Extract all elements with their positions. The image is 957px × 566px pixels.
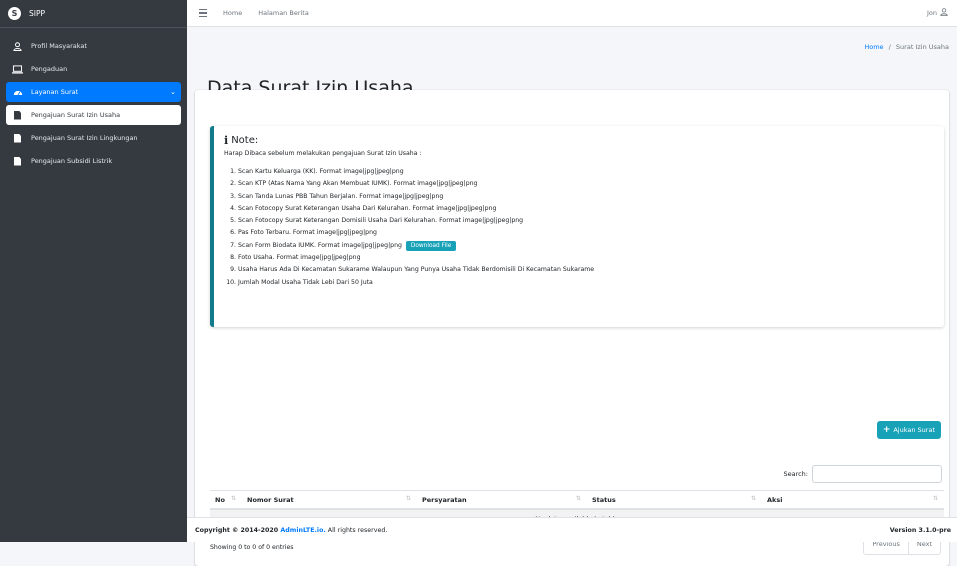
- table-search: Search:: [783, 465, 942, 483]
- user-icon: [940, 8, 948, 18]
- sidebar-item-label: Pengaduan: [31, 65, 68, 73]
- brand-name: SIPP: [29, 9, 46, 18]
- nav-link-home[interactable]: Home: [223, 9, 242, 17]
- sort-icon: ⇅: [405, 495, 411, 502]
- sort-icon: ⇅: [932, 495, 938, 502]
- list-item: Pas Foto Terbaru. Format image|jpg|jpeg|…: [238, 227, 934, 239]
- list-item: Scan Kartu Keluarga (KK). Format image|j…: [238, 166, 934, 178]
- sidebar-item-label: Profil Masyarakat: [31, 42, 87, 50]
- copyright-suffix: All rights reserved.: [325, 526, 388, 534]
- note-intro: Harap Dibaca sebelum melakukan pengajuan…: [224, 150, 422, 157]
- file-icon: [12, 133, 23, 143]
- copyright-prefix: Copyright © 2014-2020: [195, 526, 281, 534]
- note-callout: i Note: Harap Dibaca sebelum melakukan p…: [210, 126, 944, 327]
- sidebar: S SIPP Profil Masyarakat Pengaduan Layan…: [0, 0, 187, 542]
- brand[interactable]: S SIPP: [0, 0, 187, 28]
- list-item: Usaha Harus Ada Di Kecamatan Sukarame Wa…: [238, 264, 934, 276]
- list-item: Scan Fotocopy Surat Keterangan Domisili …: [238, 215, 934, 227]
- data-card: i Note: Harap Dibaca sebelum melakukan p…: [195, 90, 949, 566]
- sidebar-item-label: Pengajuan Surat Izin Usaha: [31, 111, 121, 119]
- user-icon: [12, 41, 23, 51]
- ajukan-surat-label: Ajukan Surat: [893, 426, 935, 434]
- sort-icon: ⇅: [230, 495, 236, 502]
- list-item: Scan Form Biodata IUMK. Format image|jpg…: [238, 240, 934, 252]
- brand-logo: S: [8, 7, 21, 20]
- note-title: Note:: [231, 135, 259, 146]
- user-menu[interactable]: Jon: [927, 8, 948, 18]
- sidebar-item-pengajuan-surat-izin-lingkungan[interactable]: Pengajuan Surat Izin Lingkungan: [6, 128, 181, 148]
- sidebar-item-label: Layanan Surat: [31, 88, 79, 96]
- note-heading: i Note:: [224, 134, 934, 147]
- requirements-list: Scan Kartu Keluarga (KK). Format image|j…: [224, 166, 934, 289]
- download-file-button[interactable]: Download File: [405, 240, 457, 251]
- sidebar-nav: Profil Masyarakat Pengaduan Layanan Sura…: [0, 36, 187, 171]
- search-input[interactable]: [812, 465, 942, 483]
- list-item-text: Scan Form Biodata IUMK. Format image|jpg…: [238, 241, 402, 249]
- column-header-persyaratan[interactable]: Persyaratan ⇅: [417, 490, 587, 510]
- laptop-icon: [12, 64, 23, 74]
- sidebar-item-label: Pengajuan Surat Izin Lingkungan: [31, 134, 138, 142]
- file-icon: [12, 110, 23, 120]
- file-icon: [12, 156, 23, 166]
- breadcrumb-home[interactable]: Home: [864, 43, 883, 51]
- column-header-nomor-surat[interactable]: Nomor Surat ⇅: [242, 490, 417, 510]
- list-item: Scan Tanda Lunas PBB Tahun Berjalan. For…: [238, 191, 934, 203]
- sidebar-item-pengajuan-subsidi-listrik[interactable]: Pengajuan Subsidi Listrik: [6, 151, 181, 171]
- chevron-down-icon: ⌄: [170, 88, 176, 96]
- ajukan-surat-button[interactable]: + Ajukan Surat: [876, 421, 941, 439]
- sidebar-item-pengajuan-surat-izin-usaha[interactable]: Pengajuan Surat Izin Usaha: [6, 105, 181, 125]
- column-header-aksi[interactable]: Aksi ⇅: [762, 490, 944, 510]
- tachometer-icon: [12, 88, 23, 97]
- footer: Copyright © 2014-2020 AdminLTE.io. All r…: [187, 517, 957, 542]
- list-item: Scan KTP (Atas Nama Yang Akan Membuat IU…: [238, 178, 934, 190]
- adminlte-link[interactable]: AdminLTE.io.: [280, 527, 325, 534]
- list-item: Scan Fotocopy Surat Keterangan Usaha Dar…: [238, 203, 934, 215]
- user-name: Jon: [926, 9, 937, 17]
- plus-icon: +: [882, 425, 891, 435]
- sidebar-item-layanan-surat[interactable]: Layanan Surat ⌄: [6, 82, 181, 102]
- sidebar-item-profil-masyarakat[interactable]: Profil Masyarakat: [6, 36, 181, 56]
- info-icon: i: [224, 134, 229, 147]
- breadcrumb-separator: /: [888, 43, 891, 51]
- hamburger-menu-icon[interactable]: [199, 9, 207, 17]
- table-header-row: No ⇅ Nomor Surat ⇅ Persyaratan ⇅ Status ⇅ Ak…: [210, 490, 944, 510]
- sidebar-item-label: Pengajuan Subsidi Listrik: [31, 157, 113, 165]
- breadcrumb-current: Surat Izin Usaha: [895, 43, 949, 51]
- sort-icon: ⇅: [575, 495, 581, 502]
- sidebar-item-pengaduan[interactable]: Pengaduan: [6, 59, 181, 79]
- copyright: Copyright © 2014-2020 AdminLTE.io. All r…: [195, 527, 387, 534]
- nav-link-halaman-berita[interactable]: Halaman Berita: [258, 9, 309, 17]
- top-navbar: Home Halaman Berita Jon: [187, 0, 957, 27]
- column-header-status[interactable]: Status ⇅: [587, 490, 762, 510]
- list-item: Foto Usaha. Format image|jpg|jpeg|png: [238, 252, 934, 264]
- sort-icon: ⇅: [750, 495, 756, 502]
- breadcrumb: Home / Surat Izin Usaha: [864, 43, 949, 51]
- search-label: Search:: [783, 470, 808, 478]
- column-header-no[interactable]: No ⇅: [210, 490, 242, 510]
- list-item: Jumlah Modal Usaha Tidak Lebi Dari 50 Ju…: [238, 277, 934, 289]
- table-info: Showing 0 to 0 of 0 entries: [210, 544, 294, 551]
- version-text: Version 3.1.0-pre: [889, 526, 951, 534]
